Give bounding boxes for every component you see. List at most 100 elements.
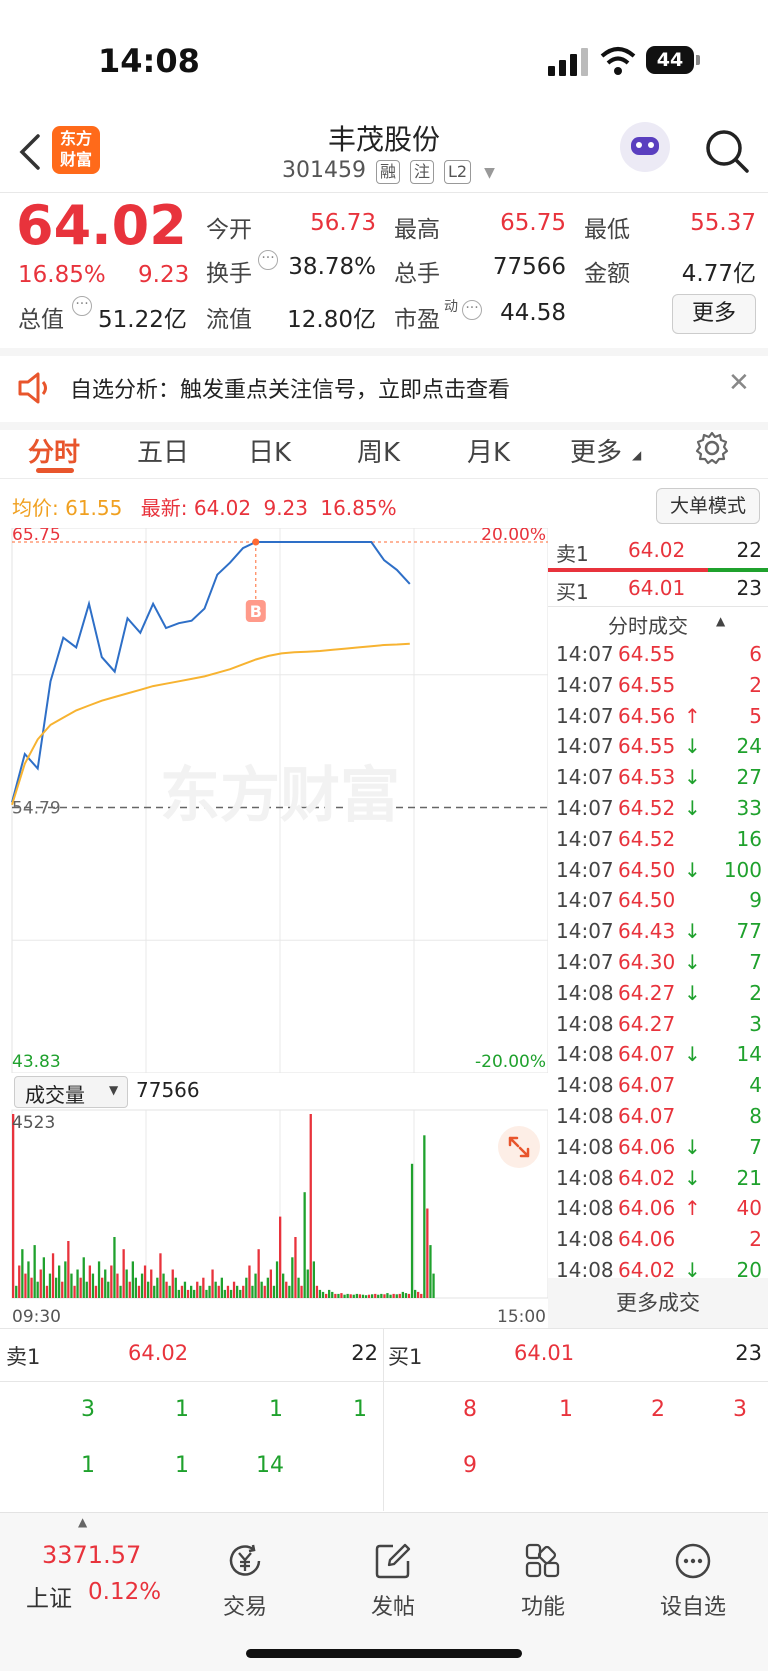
trade-arrow: ↓ [684,795,701,820]
volume-bar [364,1295,368,1298]
intraday-price-chart[interactable]: 东方财富 B 65.75 54.79 43.83 20.00% -20.00% [0,528,548,1073]
trade-time: 14:08 [556,1196,614,1221]
index-pct[interactable]: 0.12% [88,1579,161,1605]
volume-bar [45,1285,49,1298]
tab-more[interactable]: 更多 [570,432,622,469]
trade-arrow: ↓ [684,980,701,1005]
trade-time: 14:07 [556,672,614,697]
open-label: 今开 [206,217,252,243]
volume-bar [51,1253,55,1298]
volume-bar [401,1291,404,1298]
volume-bar [392,1293,395,1298]
price-change: 9.23 [138,262,190,288]
tab-intraday[interactable]: 分时 [28,432,80,469]
volume-bar [257,1249,260,1298]
pe-info-icon[interactable]: ··· [462,300,482,320]
trade-arrow: ↓ [684,734,701,759]
select-arrow-icon: ▼ [109,1083,119,1097]
volume-bar [337,1293,340,1298]
tab-weekly-k[interactable]: 周K [357,432,400,469]
trade-price: 64.27 [618,980,676,1005]
more-dots-icon [675,1543,711,1579]
x-label-start: 09:30 [12,1307,61,1326]
volume-bar [208,1285,211,1298]
trade-list-sort-icon[interactable]: ▲ [716,614,725,628]
volume-bar [116,1273,119,1298]
trade-price: 64.55 [618,734,676,759]
info-dots-icon[interactable]: ··· [258,250,278,270]
float-cap-value: 12.80亿 [287,307,376,333]
buy-marker-dot [252,538,260,546]
volume-bar [352,1294,355,1298]
trade-arrow: ↓ [684,949,701,974]
dropdown-arrow-icon[interactable]: ▼ [484,165,495,181]
trade-time: 14:08 [556,1134,614,1159]
nav-post[interactable]: 发帖 [338,1541,448,1621]
volume-bar [279,1216,282,1298]
trade-price: 64.55 [618,672,676,697]
tab-monthly-k[interactable]: 月K [467,432,510,469]
trade-row: 14:07 64.56 ↑ 5 [548,700,768,731]
volume-bar [125,1269,128,1298]
trade-price: 64.06 [618,1227,676,1252]
volume-bar [39,1269,42,1298]
volume-indicator-select[interactable]: 成交量 ▼ [14,1076,128,1108]
y-label-top-pct: 20.00% [481,528,546,545]
panel-sell1-price: 64.02 [628,538,686,562]
volume-bar [27,1261,30,1298]
index-name[interactable]: 上证 [26,1579,72,1613]
more-quote-button[interactable]: 更多 [672,294,756,334]
volume-indicator-label: 成交量 [25,1083,85,1107]
trade-price: 64.52 [618,795,676,820]
nav-add-watchlist[interactable]: 设自选 [638,1541,748,1621]
trade-arrow: ↑ [684,1196,701,1221]
volume-bar [36,1281,39,1298]
banner-text: 自选分析：触发重点关注信号，立即点击查看 [70,378,511,403]
volume-bar [383,1294,386,1298]
total-cap-info-icon[interactable]: ··· [72,296,92,316]
trade-row: 14:08 64.07 8 [548,1100,768,1131]
nav-trade[interactable]: 交易 [190,1541,300,1621]
trade-row: 14:07 64.43 ↓ 77 [548,915,768,946]
bottom-toolbar: ▲ 3371.57 上证 0.12% 交易 发帖 功能 设自选 [0,1512,768,1671]
volume-bar [315,1285,319,1298]
volume-bar [404,1293,408,1298]
trade-time: 14:07 [556,857,614,882]
robot-assistant-icon[interactable] [620,122,670,172]
trade-panel: 卖1 64.02 22 买1 64.01 23 分时成交 ▲ 14:07 64.5… [548,528,768,1328]
nav-functions[interactable]: 功能 [488,1541,598,1621]
index-value[interactable]: 3371.57 [42,1541,141,1569]
more-trades-button[interactable]: 更多成交 [548,1278,768,1328]
big-order-mode-button[interactable]: 大单模式 [656,488,760,524]
home-indicator [246,1649,522,1658]
tab-five-day[interactable]: 五日 [137,432,189,469]
stock-code-line: 301459 融 注 L2 ▼ [282,158,495,184]
ob-sell1-label: 卖1 [6,1345,41,1369]
volume-bar [272,1285,276,1298]
trade-time: 14:08 [556,1227,614,1252]
search-icon[interactable] [704,128,750,174]
trade-qty: 14 [736,1042,762,1067]
volume-bar [70,1273,73,1298]
volume-bar [85,1281,88,1298]
volume-bar [239,1289,242,1298]
volume-bar [48,1273,52,1298]
volume-bar [349,1294,352,1298]
ob-sell-order: 1 [175,1397,189,1422]
trade-qty: 6 [749,642,762,666]
volume-bar [18,1265,21,1298]
trade-price: 64.06 [618,1134,676,1159]
expand-chart-icon[interactable] [498,1126,540,1168]
volume-bar [61,1281,64,1298]
tab-daily-k[interactable]: 日K [248,432,291,469]
pe-label: 市盈 [394,307,440,333]
ob-sell1-price: 64.02 [128,1341,189,1365]
volume-bar [269,1269,272,1298]
volume-bar [156,1277,159,1298]
volume-bar-chart[interactable]: 4523 09:30 15:00 [0,1108,548,1326]
settings-gear-icon[interactable] [694,430,730,466]
nav-add-watchlist-label: 设自选 [659,1595,726,1620]
trade-qty: 33 [736,795,762,820]
close-icon[interactable]: ✕ [728,368,750,398]
chart-tabs: 分时 五日 日K 周K 月K 更多 ◢ [0,414,768,479]
